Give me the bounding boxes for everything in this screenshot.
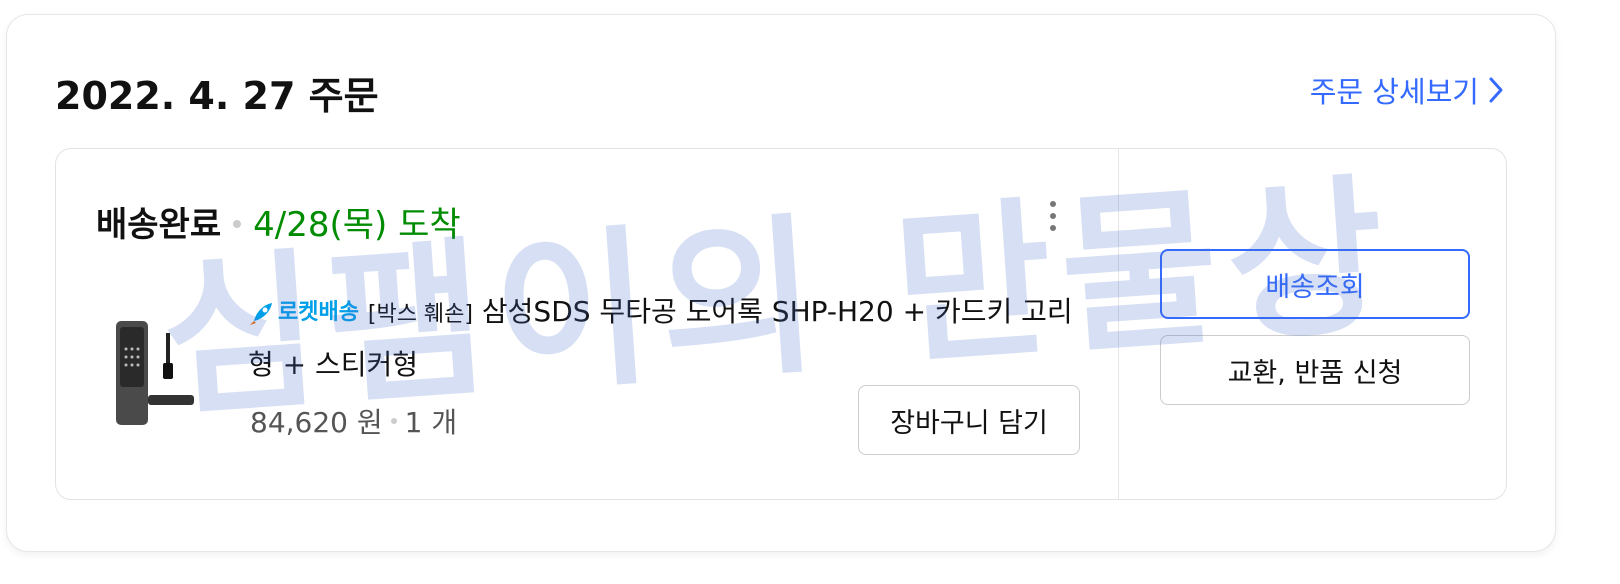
vertical-divider: [1118, 149, 1119, 499]
exchange-return-button[interactable]: 교환, 반품 신청: [1160, 335, 1470, 405]
product-title[interactable]: 로켓배송 [박스 훼손] 삼성SDS 무타공 도어록 SHP-H20 + 카드키…: [248, 287, 1078, 390]
add-to-cart-button[interactable]: 장바구니 담기: [858, 385, 1080, 455]
delivery-status: 배송완료: [96, 205, 222, 245]
more-vertical-icon[interactable]: [1046, 201, 1060, 237]
price-quantity-line: 84,620 원 1 개: [250, 401, 457, 441]
shipment-status-line: 배송완료 4/28(목) 도착: [96, 197, 461, 246]
rocket-delivery-badge: 로켓배송: [248, 288, 359, 338]
arrival-date: 4/28(목) 도착: [253, 205, 461, 245]
order-card: 2022. 4. 27 주문 주문 상세보기 배송완료 4/28(목) 도착 로…: [6, 14, 1556, 552]
separator-dot: [233, 220, 242, 228]
separator-dot: [390, 418, 397, 424]
product-price: 84,620 원: [250, 406, 383, 439]
chevron-right-icon: [1489, 77, 1503, 103]
product-quantity: 1 개: [404, 406, 458, 439]
product-title-prefix: [박스 훼손]: [367, 302, 473, 327]
product-thumbnail[interactable]: [108, 319, 196, 439]
order-detail-link-label: 주문 상세보기: [1309, 75, 1479, 109]
order-date-heading: 2022. 4. 27 주문: [55, 74, 379, 118]
rocket-icon: [250, 303, 272, 325]
track-delivery-button[interactable]: 배송조회: [1160, 249, 1470, 319]
order-detail-link[interactable]: 주문 상세보기: [1310, 69, 1505, 111]
order-item-box: 배송완료 4/28(목) 도착 로켓배송 [박스 훼손] 삼성SDS 무타공 도…: [55, 148, 1507, 500]
rocket-delivery-label: 로켓배송: [278, 300, 359, 325]
